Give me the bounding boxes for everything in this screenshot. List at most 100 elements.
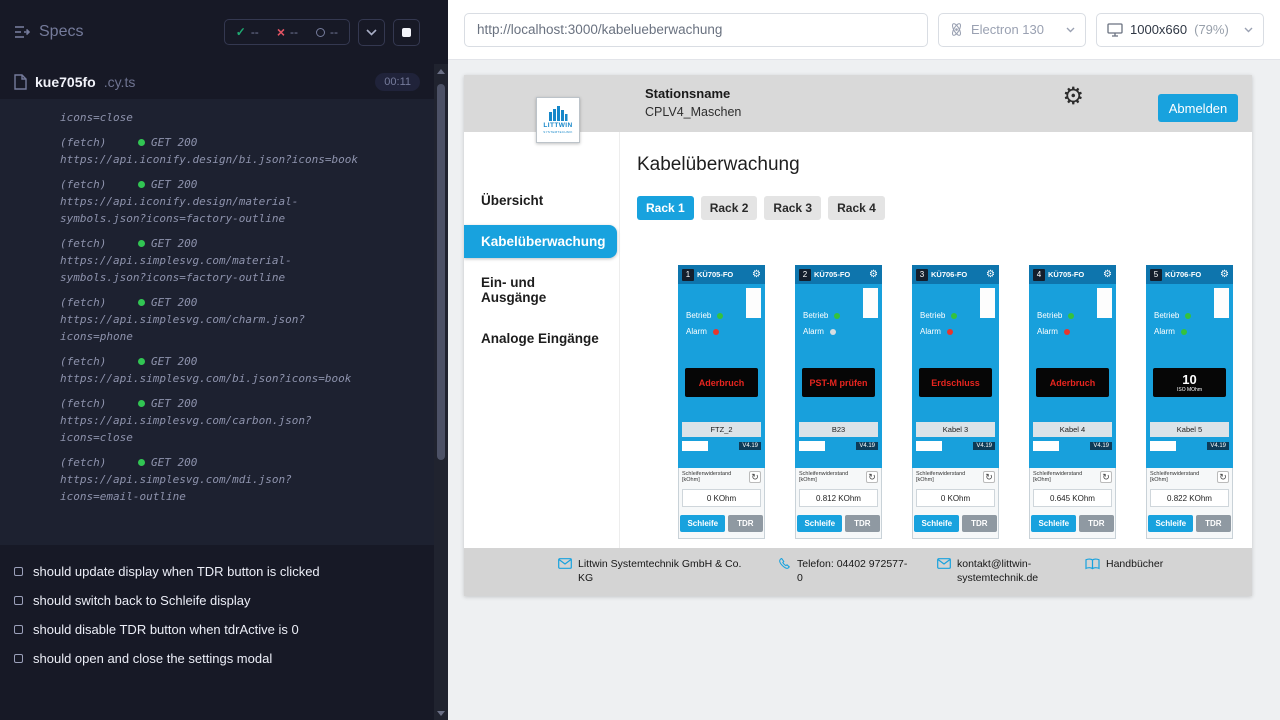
status-display: Aderbruch (685, 368, 758, 397)
refresh-icon[interactable]: ↻ (1100, 471, 1112, 483)
tdr-button[interactable]: TDR (845, 515, 879, 532)
sidebar-item-kabelueberwachung[interactable]: Kabelüberwachung (464, 225, 617, 258)
tdr-button[interactable]: TDR (1079, 515, 1113, 532)
network-log-entry[interactable]: (fetch)GET 200 https://api.iconify.desig… (60, 134, 416, 168)
tab-rack-3[interactable]: Rack 3 (764, 196, 821, 220)
device-settings-icon[interactable]: ⚙ (1103, 270, 1112, 280)
tdr-button[interactable]: TDR (728, 515, 762, 532)
betrieb-label: Betrieb (803, 311, 828, 320)
tab-rack-4[interactable]: Rack 4 (828, 196, 885, 220)
refresh-icon[interactable]: ↻ (983, 471, 995, 483)
station-info: Stationsname CPLV4_Maschen (645, 86, 741, 119)
sidebar-item-ein-und-ausgaenge[interactable]: Ein- und Ausgänge (464, 266, 619, 314)
collapse-button[interactable] (358, 19, 385, 46)
device-settings-icon[interactable]: ⚙ (752, 270, 761, 280)
status-display: Erdschluss (919, 368, 992, 397)
status-message: Erdschluss (931, 378, 980, 388)
test-item[interactable]: should switch back to Schleife display (14, 586, 420, 615)
log-status: GET 200 (151, 454, 197, 471)
test-status-icon (14, 625, 23, 634)
device-card-2: 2 KÜ705-FO ⚙ Betrieb Alarm PST-M prüfen (795, 265, 882, 539)
footer-manuals[interactable]: Handbücher (1085, 557, 1163, 571)
device-settings-icon[interactable]: ⚙ (869, 270, 878, 280)
tdr-button[interactable]: TDR (1196, 515, 1230, 532)
footer-email-text: kontakt@littwin-systemtechnik.de (957, 557, 1057, 585)
firmware-version: V4.19 (973, 442, 995, 450)
footer-email[interactable]: kontakt@littwin-systemtechnik.de (937, 557, 1057, 585)
refresh-icon[interactable]: ↻ (866, 471, 878, 483)
display-segment (916, 441, 942, 451)
app-main: Kabelüberwachung Rack 1 Rack 2 Rack 3 Ra… (620, 132, 1252, 548)
betrieb-led (834, 313, 840, 319)
stat-pending: -- (307, 25, 347, 39)
refresh-icon[interactable]: ↻ (1217, 471, 1229, 483)
network-log-entry[interactable]: (fetch)GET 200 https://api.simplesvg.com… (60, 395, 416, 446)
schleife-button[interactable]: Schleife (680, 515, 725, 532)
device-card-1: 1 KÜ705-FO ⚙ Betrieb Alarm Aderbruch FT (678, 265, 765, 539)
network-log-entry[interactable]: (fetch)GET 200 https://api.simplesvg.com… (60, 454, 416, 505)
test-item[interactable]: should open and close the settings modal (14, 644, 420, 673)
logout-button[interactable]: Abmelden (1158, 94, 1238, 122)
stop-button[interactable] (393, 19, 420, 46)
cypress-topbar: Specs ✓-- ×-- -- (0, 0, 434, 64)
spec-extension: .cy.ts (104, 74, 136, 90)
device-settings-icon[interactable]: ⚙ (986, 270, 995, 280)
network-log-entry[interactable]: (fetch)GET 200 https://api.simplesvg.com… (60, 294, 416, 345)
check-icon: ✓ (236, 25, 246, 39)
scrollbar-down-arrow[interactable] (434, 706, 448, 720)
network-log-entry[interactable]: (fetch)GET 200 https://api.iconify.desig… (60, 176, 416, 227)
betrieb-label: Betrieb (1154, 311, 1179, 320)
network-log-entry[interactable]: (fetch)GET 200 https://api.simplesvg.com… (60, 353, 416, 387)
sidebar-item-uebersicht[interactable]: Übersicht (464, 184, 619, 217)
footer-phone[interactable]: Telefon: 04402 972577-0 (778, 557, 909, 585)
log-status: GET 200 (151, 294, 197, 311)
test-item[interactable]: should update display when TDR button is… (14, 557, 420, 586)
x-icon: × (277, 27, 285, 37)
measurement-section: Schleifenwiderstand [kOhm]↻ 0.645 KOhm S… (1029, 468, 1116, 539)
specs-button[interactable]: Specs (14, 23, 83, 41)
status-message: Aderbruch (699, 378, 745, 388)
refresh-icon[interactable]: ↻ (749, 471, 761, 483)
schleife-button[interactable]: Schleife (1148, 515, 1193, 532)
log-url: https://api.iconify.design/material-symb… (60, 193, 370, 227)
tdr-button[interactable]: TDR (962, 515, 996, 532)
indicator-panel (980, 288, 995, 318)
log-prefix: (fetch) (60, 454, 138, 471)
window: Specs ✓-- ×-- -- kue705fo.cy.ts 00:11 (0, 0, 1280, 720)
device-card-header: 1 KÜ705-FO ⚙ (678, 265, 765, 284)
sidebar-item-analoge-eingaenge[interactable]: Analoge Eingänge (464, 322, 619, 355)
test-status-icon (14, 596, 23, 605)
device-card-header: 2 KÜ705-FO ⚙ (795, 265, 882, 284)
betrieb-label: Betrieb (920, 311, 945, 320)
log-url: https://api.simplesvg.com/material-symbo… (60, 252, 370, 286)
test-title: should update display when TDR button is… (33, 564, 320, 579)
scrollbar-thumb[interactable] (437, 84, 445, 460)
test-item[interactable]: should disable TDR button when tdrActive… (14, 615, 420, 644)
rack-tabs: Rack 1 Rack 2 Rack 3 Rack 4 (637, 196, 1238, 220)
footer-company-text: Littwin Systemtechnik GmbH & Co. KG (578, 557, 750, 585)
device-settings-icon[interactable]: ⚙ (1220, 270, 1229, 280)
scrollbar-up-arrow[interactable] (434, 64, 448, 78)
footer-company[interactable]: Littwin Systemtechnik GmbH & Co. KG (558, 557, 750, 585)
iso-value: 10 (1182, 373, 1196, 386)
schleife-button[interactable]: Schleife (914, 515, 959, 532)
tab-rack-1[interactable]: Rack 1 (637, 196, 694, 220)
measurement-value: 0 KOhm (916, 489, 995, 507)
log-prefix: (fetch) (60, 235, 138, 252)
book-icon (1085, 558, 1100, 570)
schleife-button[interactable]: Schleife (797, 515, 842, 532)
url-input[interactable] (464, 13, 928, 47)
tab-rack-2[interactable]: Rack 2 (701, 196, 758, 220)
schleife-button[interactable]: Schleife (1031, 515, 1076, 532)
test-status-icon (14, 654, 23, 663)
network-log-entry[interactable]: (fetch)GET 200 https://api.simplesvg.com… (60, 235, 416, 286)
browser-select[interactable]: Electron 130 (938, 13, 1086, 47)
settings-gear-icon[interactable]: ⚙ (1062, 85, 1084, 109)
panel-scrollbar (434, 0, 448, 720)
status-dot-icon (138, 240, 145, 247)
viewport-select[interactable]: 1000x660 (79%) (1096, 13, 1264, 47)
spec-header[interactable]: kue705fo.cy.ts 00:11 (0, 64, 434, 99)
measurement-label: Schleifenwiderstand [kOhm] (916, 471, 978, 483)
measurement-section: Schleifenwiderstand [kOhm]↻ 0 KOhm Schle… (678, 468, 765, 539)
test-stats: ✓-- ×-- -- (224, 19, 350, 45)
